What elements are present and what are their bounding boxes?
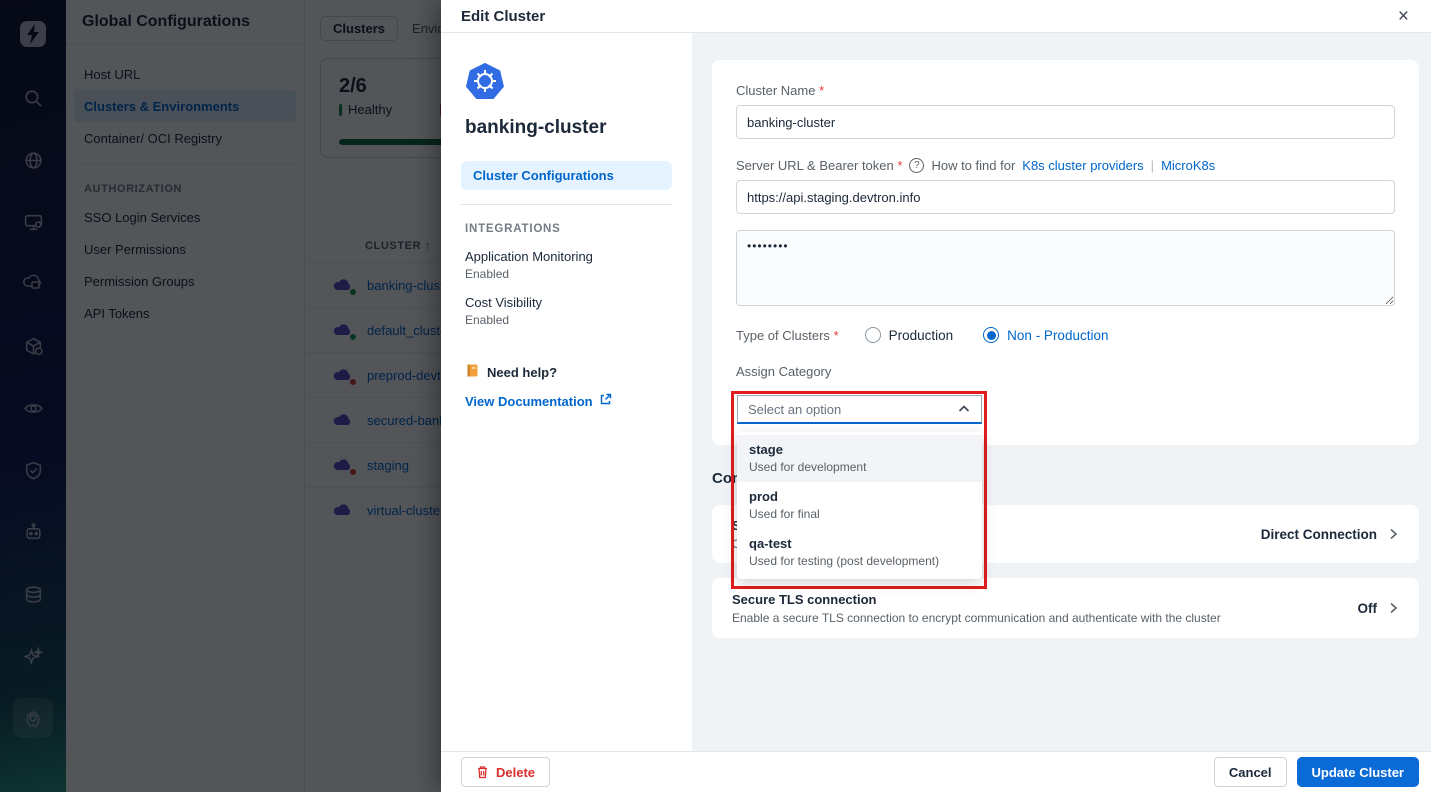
kubernetes-icon bbox=[465, 61, 505, 101]
modal-footer: Delete Cancel Update Cluster bbox=[441, 751, 1431, 792]
radio-circle-icon bbox=[983, 327, 1000, 343]
assign-category-label: Assign Category bbox=[736, 364, 832, 379]
integrations-heading: INTEGRATIONS bbox=[465, 223, 561, 235]
how-to-find-text: How to find for bbox=[931, 158, 1016, 173]
category-dropdown-menu: stage Used for development prod Used for… bbox=[737, 432, 982, 579]
cluster-name-label: Cluster Name * bbox=[736, 83, 825, 98]
delete-button[interactable]: Delete bbox=[461, 757, 551, 787]
radio-non-production[interactable]: Non - Production bbox=[983, 327, 1108, 343]
secure-tls-card[interactable]: Secure TLS connection Enable a secure TL… bbox=[712, 578, 1419, 638]
server-url-input[interactable] bbox=[736, 180, 1395, 214]
bearer-token-textarea[interactable]: •••••••• bbox=[736, 230, 1395, 306]
modal-sidebar: banking-cluster Cluster Configurations I… bbox=[441, 33, 692, 751]
book-icon bbox=[465, 363, 480, 381]
cluster-name-input[interactable] bbox=[736, 105, 1395, 139]
assign-category-select[interactable]: Select an option bbox=[737, 395, 982, 424]
modal-header: Edit Cluster × bbox=[441, 0, 1431, 33]
external-link-icon bbox=[599, 393, 612, 409]
type-of-clusters-label: Type of Clusters * bbox=[736, 327, 839, 343]
divider bbox=[461, 204, 672, 205]
radio-production[interactable]: Production bbox=[864, 327, 953, 343]
k8s-providers-link[interactable]: K8s cluster providers bbox=[1022, 158, 1143, 173]
view-documentation-link[interactable]: View Documentation bbox=[465, 393, 672, 409]
cancel-button[interactable]: Cancel bbox=[1213, 757, 1287, 787]
tls-value: Off bbox=[1357, 600, 1378, 616]
integration-status: Enabled bbox=[465, 313, 510, 327]
edit-cluster-modal: Edit Cluster × banking-cluster Cluster C… bbox=[441, 0, 1431, 792]
help-question-icon[interactable]: ? bbox=[909, 158, 925, 173]
chevron-right-icon bbox=[1390, 602, 1398, 614]
close-icon[interactable]: × bbox=[1392, 5, 1415, 28]
need-help: Need help? bbox=[465, 363, 672, 381]
cluster-form-card: Cluster Name * Server URL & Bearer token… bbox=[712, 60, 1419, 445]
integration-item[interactable]: Application Monitoring Enabled bbox=[465, 249, 672, 281]
tab-cluster-configurations[interactable]: Cluster Configurations bbox=[461, 161, 672, 190]
chevron-right-icon bbox=[1390, 528, 1398, 540]
option-prod[interactable]: prod Used for final bbox=[737, 482, 982, 529]
integration-item[interactable]: Cost Visibility Enabled bbox=[465, 295, 672, 327]
integration-status: Enabled bbox=[465, 267, 510, 281]
server-connection-value: Direct Connection bbox=[1260, 526, 1377, 542]
select-placeholder: Select an option bbox=[748, 401, 842, 417]
update-cluster-button[interactable]: Update Cluster bbox=[1296, 757, 1419, 787]
microk8s-link[interactable]: MicroK8s bbox=[1161, 158, 1215, 173]
trash-icon bbox=[478, 766, 487, 779]
chevron-up-icon bbox=[958, 405, 970, 412]
modal-cluster-name: banking-cluster bbox=[465, 117, 607, 138]
modal-content: Cluster Name * Server URL & Bearer token… bbox=[692, 33, 1431, 751]
radio-circle-icon bbox=[864, 327, 881, 343]
server-url-label: Server URL & Bearer token * bbox=[736, 158, 903, 173]
option-stage[interactable]: stage Used for development bbox=[737, 435, 982, 482]
option-qa-test[interactable]: qa-test Used for testing (post developme… bbox=[737, 529, 982, 576]
modal-title: Edit Cluster bbox=[461, 7, 546, 25]
